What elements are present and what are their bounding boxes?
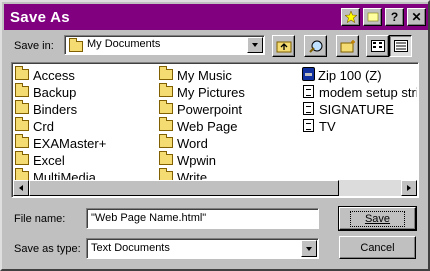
- list-item[interactable]: modem setup stri: [301, 83, 417, 100]
- list-item[interactable]: Wpwin: [159, 151, 245, 168]
- document-icon: [303, 85, 314, 98]
- list-item[interactable]: Access: [15, 66, 106, 83]
- folder-icon: [15, 66, 29, 80]
- cancel-button[interactable]: Cancel: [339, 236, 416, 259]
- list-item[interactable]: Excel: [15, 151, 106, 168]
- save-as-type-label: Save as type:: [14, 243, 81, 255]
- folder-icon: [15, 100, 29, 114]
- folder-icon: [15, 83, 29, 97]
- folder-icon: [15, 151, 29, 165]
- save-button[interactable]: Save: [338, 206, 417, 231]
- file-name-value: "Web Page Name.html": [91, 212, 207, 224]
- zip-drive-icon: [302, 67, 315, 81]
- details-view-icon: [393, 40, 408, 52]
- scroll-left-button[interactable]: [13, 180, 29, 196]
- folder-icon: [159, 66, 173, 80]
- document-icon: [303, 119, 314, 132]
- list-item[interactable]: Word: [159, 134, 245, 151]
- chevron-down-icon[interactable]: [301, 240, 317, 257]
- list-item[interactable]: TV: [301, 117, 417, 134]
- horizontal-scrollbar[interactable]: [13, 180, 417, 196]
- folder-icon: [159, 134, 173, 148]
- file-column-1: Access Backup Binders Crd EXAMaster+ Exc…: [15, 66, 106, 185]
- save-in-combo[interactable]: My Documents: [64, 35, 265, 55]
- help-icon[interactable]: ?: [385, 8, 404, 26]
- folder-icon: [159, 100, 173, 114]
- chevron-right-icon: [407, 185, 411, 191]
- list-item[interactable]: Crd: [15, 117, 106, 134]
- window-title: Save As: [10, 8, 70, 26]
- up-one-level-button[interactable]: [272, 35, 295, 57]
- desktop-button[interactable]: [304, 35, 327, 57]
- folder-icon: [69, 38, 83, 52]
- scroll-thumb[interactable]: [29, 180, 339, 196]
- star-icon[interactable]: [341, 8, 360, 26]
- chevron-left-icon: [19, 185, 23, 191]
- list-item[interactable]: EXAMaster+: [15, 134, 106, 151]
- folder-icon: [159, 83, 173, 97]
- search-web-icon: [308, 40, 322, 53]
- save-as-type-value: Text Documents: [91, 242, 170, 254]
- list-item[interactable]: Powerpoint: [159, 100, 245, 117]
- list-view-icon: [370, 40, 385, 52]
- new-folder-icon: [340, 40, 355, 53]
- list-item[interactable]: Binders: [15, 100, 106, 117]
- save-as-dialog: Save As ? ✕ Save in: My Documents Access…: [0, 0, 430, 271]
- new-folder-button[interactable]: [336, 35, 359, 57]
- list-item[interactable]: My Pictures: [159, 83, 245, 100]
- folder-icon: [15, 117, 29, 131]
- scroll-right-button[interactable]: [401, 180, 417, 196]
- file-column-3: Zip 100 (Z) modem setup stri SIGNATURE T…: [301, 66, 417, 134]
- list-item[interactable]: SIGNATURE: [301, 100, 417, 117]
- title-bar[interactable]: Save As ? ✕: [4, 4, 428, 30]
- document-icon: [303, 102, 314, 115]
- save-in-value: My Documents: [87, 38, 161, 50]
- close-icon[interactable]: ✕: [407, 8, 426, 26]
- file-name-label: File name:: [14, 213, 66, 225]
- folder-icon: [159, 151, 173, 165]
- list-item[interactable]: Backup: [15, 83, 106, 100]
- lightbulb-icon[interactable]: [363, 8, 382, 26]
- folder-icon: [159, 117, 173, 131]
- file-list[interactable]: Access Backup Binders Crd EXAMaster+ Exc…: [11, 62, 419, 198]
- save-in-label: Save in:: [14, 40, 54, 52]
- list-view-button[interactable]: [366, 35, 389, 57]
- file-column-2: My Music My Pictures Powerpoint Web Page…: [159, 66, 245, 185]
- save-as-type-select[interactable]: Text Documents: [86, 238, 319, 259]
- chevron-down-icon[interactable]: [247, 37, 263, 53]
- up-folder-icon: [276, 41, 291, 53]
- folder-icon: [15, 134, 29, 148]
- list-item[interactable]: Web Page: [159, 117, 245, 134]
- list-item[interactable]: My Music: [159, 66, 245, 83]
- list-item[interactable]: Zip 100 (Z): [301, 66, 417, 83]
- file-name-field[interactable]: "Web Page Name.html": [86, 208, 319, 229]
- details-view-button[interactable]: [389, 35, 412, 57]
